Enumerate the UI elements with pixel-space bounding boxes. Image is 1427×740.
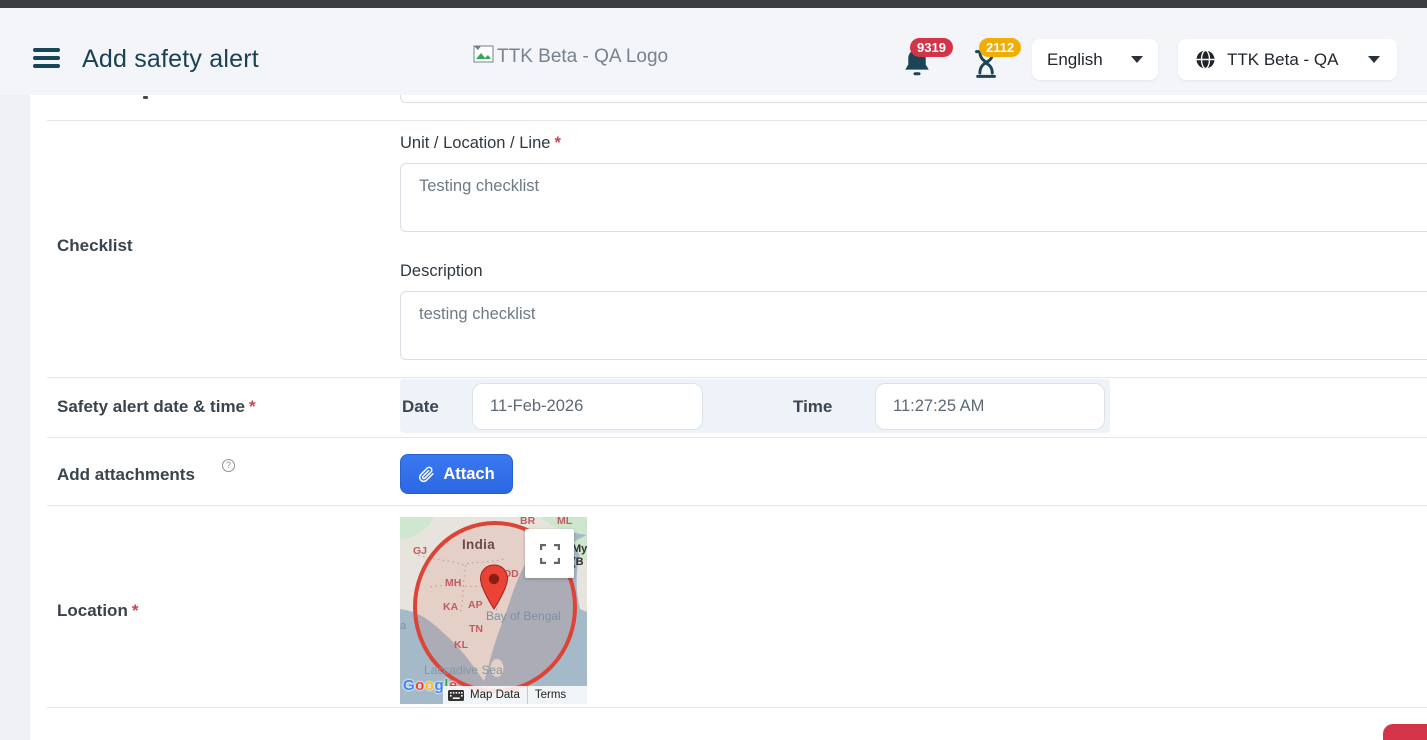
- datetime-row-label: Safety alert date & time*: [57, 397, 256, 417]
- location-row-label-text: Location: [57, 601, 128, 620]
- time-value: 11:27:25 AM: [893, 397, 984, 415]
- location-map[interactable]: BR ML India GJ MH OD KA AP TN KL My (B a…: [400, 517, 587, 704]
- language-dropdown-label: English: [1047, 50, 1121, 70]
- map-state-label: KL: [454, 639, 468, 651]
- map-country-label: India: [462, 537, 495, 552]
- cutoff-input-partial[interactable]: [400, 95, 1427, 103]
- map-state-label: ML: [557, 517, 572, 527]
- attribution-divider: [527, 686, 528, 704]
- logo-text: TTK Beta - QA Logo: [497, 46, 668, 68]
- map-attribution-bar: Map Data Terms: [443, 686, 587, 704]
- map-state-label: GJ: [413, 545, 427, 557]
- description-label: Description: [400, 262, 483, 281]
- app-header: Add safety alert TTK Beta - QA Logo 9319…: [0, 8, 1427, 95]
- description-input[interactable]: testing checklist: [400, 291, 1427, 360]
- time-input[interactable]: 11:27:25 AM: [875, 383, 1105, 430]
- broken-image-icon: [473, 45, 494, 68]
- row-divider: [47, 707, 1427, 708]
- attach-button[interactable]: Attach: [400, 454, 513, 494]
- cutoff-label-fragment: [143, 96, 148, 99]
- description-value: testing checklist: [419, 305, 535, 323]
- tenant-dropdown[interactable]: TTK Beta - QA: [1178, 39, 1397, 80]
- language-dropdown[interactable]: English: [1032, 39, 1158, 80]
- chevron-down-icon: [1131, 56, 1143, 63]
- required-asterisk: *: [249, 397, 256, 416]
- top-accent-bar: [0, 0, 1427, 8]
- row-divider: [47, 120, 1427, 121]
- map-sea-label: Laccadive Sea: [424, 663, 503, 677]
- unit-location-line-input[interactable]: Testing checklist: [400, 163, 1427, 232]
- hourglass-count-badge: 2112: [979, 38, 1021, 57]
- row-divider: [47, 505, 1427, 506]
- page-title: Add safety alert: [82, 45, 259, 74]
- checklist-row-label: Checklist: [57, 236, 133, 256]
- attachments-row-label: Add attachments: [57, 465, 195, 485]
- datetime-row-label-text: Safety alert date & time: [57, 397, 245, 416]
- map-state-label: KA: [443, 601, 458, 613]
- attach-button-label: Attach: [443, 465, 494, 484]
- row-divider: [47, 437, 1427, 438]
- tenant-dropdown-label: TTK Beta - QA: [1227, 50, 1358, 70]
- partial-red-button[interactable]: [1383, 724, 1427, 740]
- bell-count-badge: 9319: [910, 38, 953, 57]
- globe-icon: [1195, 49, 1216, 70]
- hamburger-menu-icon[interactable]: [33, 48, 60, 72]
- location-row-label: Location*: [57, 601, 138, 621]
- date-input[interactable]: 11-Feb-2026: [472, 383, 703, 430]
- form-card: Checklist Unit / Location / Line* Testin…: [30, 95, 1427, 740]
- date-value: 11-Feb-2026: [490, 397, 583, 415]
- map-state-label: BR: [520, 517, 535, 527]
- chevron-down-icon: [1368, 56, 1380, 63]
- terms-link[interactable]: Terms: [535, 689, 566, 701]
- date-label: Date: [402, 397, 439, 417]
- unit-location-line-label: Unit / Location / Line*: [400, 134, 561, 153]
- row-divider: [47, 377, 1427, 378]
- notifications-bell[interactable]: 9319: [903, 36, 963, 84]
- app-logo: TTK Beta - QA Logo: [473, 45, 668, 68]
- map-fullscreen-button[interactable]: [525, 529, 574, 578]
- help-icon[interactable]: ?: [222, 459, 235, 472]
- map-marker-pin[interactable]: [479, 564, 509, 616]
- required-asterisk: *: [554, 134, 560, 152]
- paperclip-icon: [418, 466, 435, 483]
- keyboard-icon[interactable]: [448, 690, 464, 701]
- map-state-label: MH: [445, 577, 461, 589]
- time-label: Time: [793, 397, 832, 417]
- required-asterisk: *: [132, 601, 139, 620]
- map-data-link[interactable]: Map Data: [470, 689, 520, 701]
- unit-location-line-value: Testing checklist: [419, 177, 539, 195]
- pending-actions[interactable]: 2112: [972, 36, 1032, 84]
- map-partial-label: My: [572, 543, 587, 555]
- map-partial-label: a: [400, 620, 406, 632]
- unit-location-line-label-text: Unit / Location / Line: [400, 134, 550, 152]
- map-state-label: TN: [469, 623, 483, 635]
